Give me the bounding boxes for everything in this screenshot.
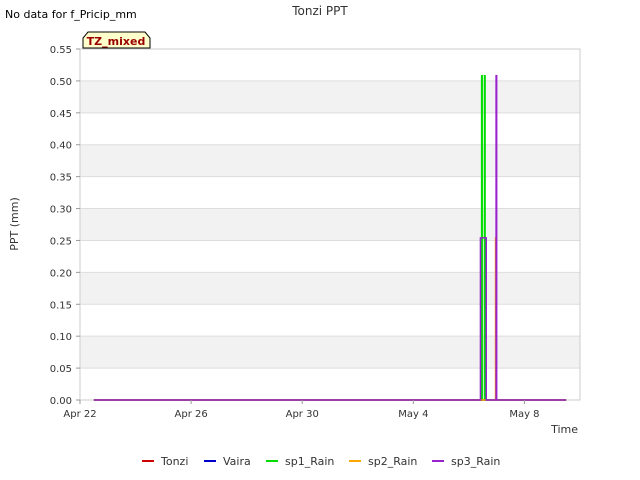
legend-label: sp1_Rain [285, 455, 334, 468]
y-tick-label: 0.50 [50, 77, 72, 88]
y-tick-label: 0.15 [50, 300, 72, 311]
x-tick-label: Apr 30 [286, 409, 319, 420]
y-tick-label: 0.25 [50, 236, 72, 247]
grid-band [80, 80, 580, 113]
legend: Tonzi Vaira sp1_Rain sp2_Rain sp3_Rain [142, 455, 500, 468]
y-tick-label: 0.35 [50, 173, 72, 184]
legend-label: Vaira [223, 455, 251, 468]
legend-label: sp3_Rain [451, 455, 500, 468]
x-tick-label: May 8 [509, 409, 539, 420]
legend-label: sp2_Rain [368, 455, 417, 468]
legend-label: Tonzi [160, 455, 188, 468]
grid-band [80, 144, 580, 177]
grid-band [80, 336, 580, 369]
x-axis-label: Time [550, 423, 578, 436]
x-tick-label: Apr 22 [63, 409, 96, 420]
x-tick-label: May 4 [398, 409, 428, 420]
y-tick-label: 0.30 [50, 205, 72, 216]
y-tick-label: 0.55 [50, 45, 72, 56]
y-axis-ticks: 0.00 0.05 0.10 0.15 0.20 0.25 0.30 0.35 0.40 0.45… [50, 45, 80, 407]
chart: 0.00 0.05 0.10 0.15 0.20 0.25 0.30 0.35 0.40 0.45… [8, 4, 581, 468]
x-axis-ticks: Apr 22 Apr 26 Apr 30 May 4 May 8 [63, 400, 540, 420]
series-line-sp2-rain [93, 237, 567, 401]
y-tick-label: 0.05 [50, 364, 72, 375]
grid-band [80, 208, 580, 241]
y-tick-label: 0.00 [50, 396, 72, 407]
y-tick-label: 0.45 [50, 109, 72, 120]
y-tick-label: 0.40 [50, 141, 72, 152]
badge: TZ_mixed [82, 31, 151, 49]
background-bands [80, 80, 580, 369]
y-tick-label: 0.20 [50, 268, 72, 279]
y-axis-label: PPT (mm) [8, 197, 21, 251]
badge-label: TZ_mixed [87, 35, 146, 48]
x-tick-label: Apr 26 [175, 409, 208, 420]
y-tick-label: 0.10 [50, 332, 72, 343]
grid-band [80, 272, 580, 305]
chart-title: Tonzi PPT [291, 4, 348, 18]
